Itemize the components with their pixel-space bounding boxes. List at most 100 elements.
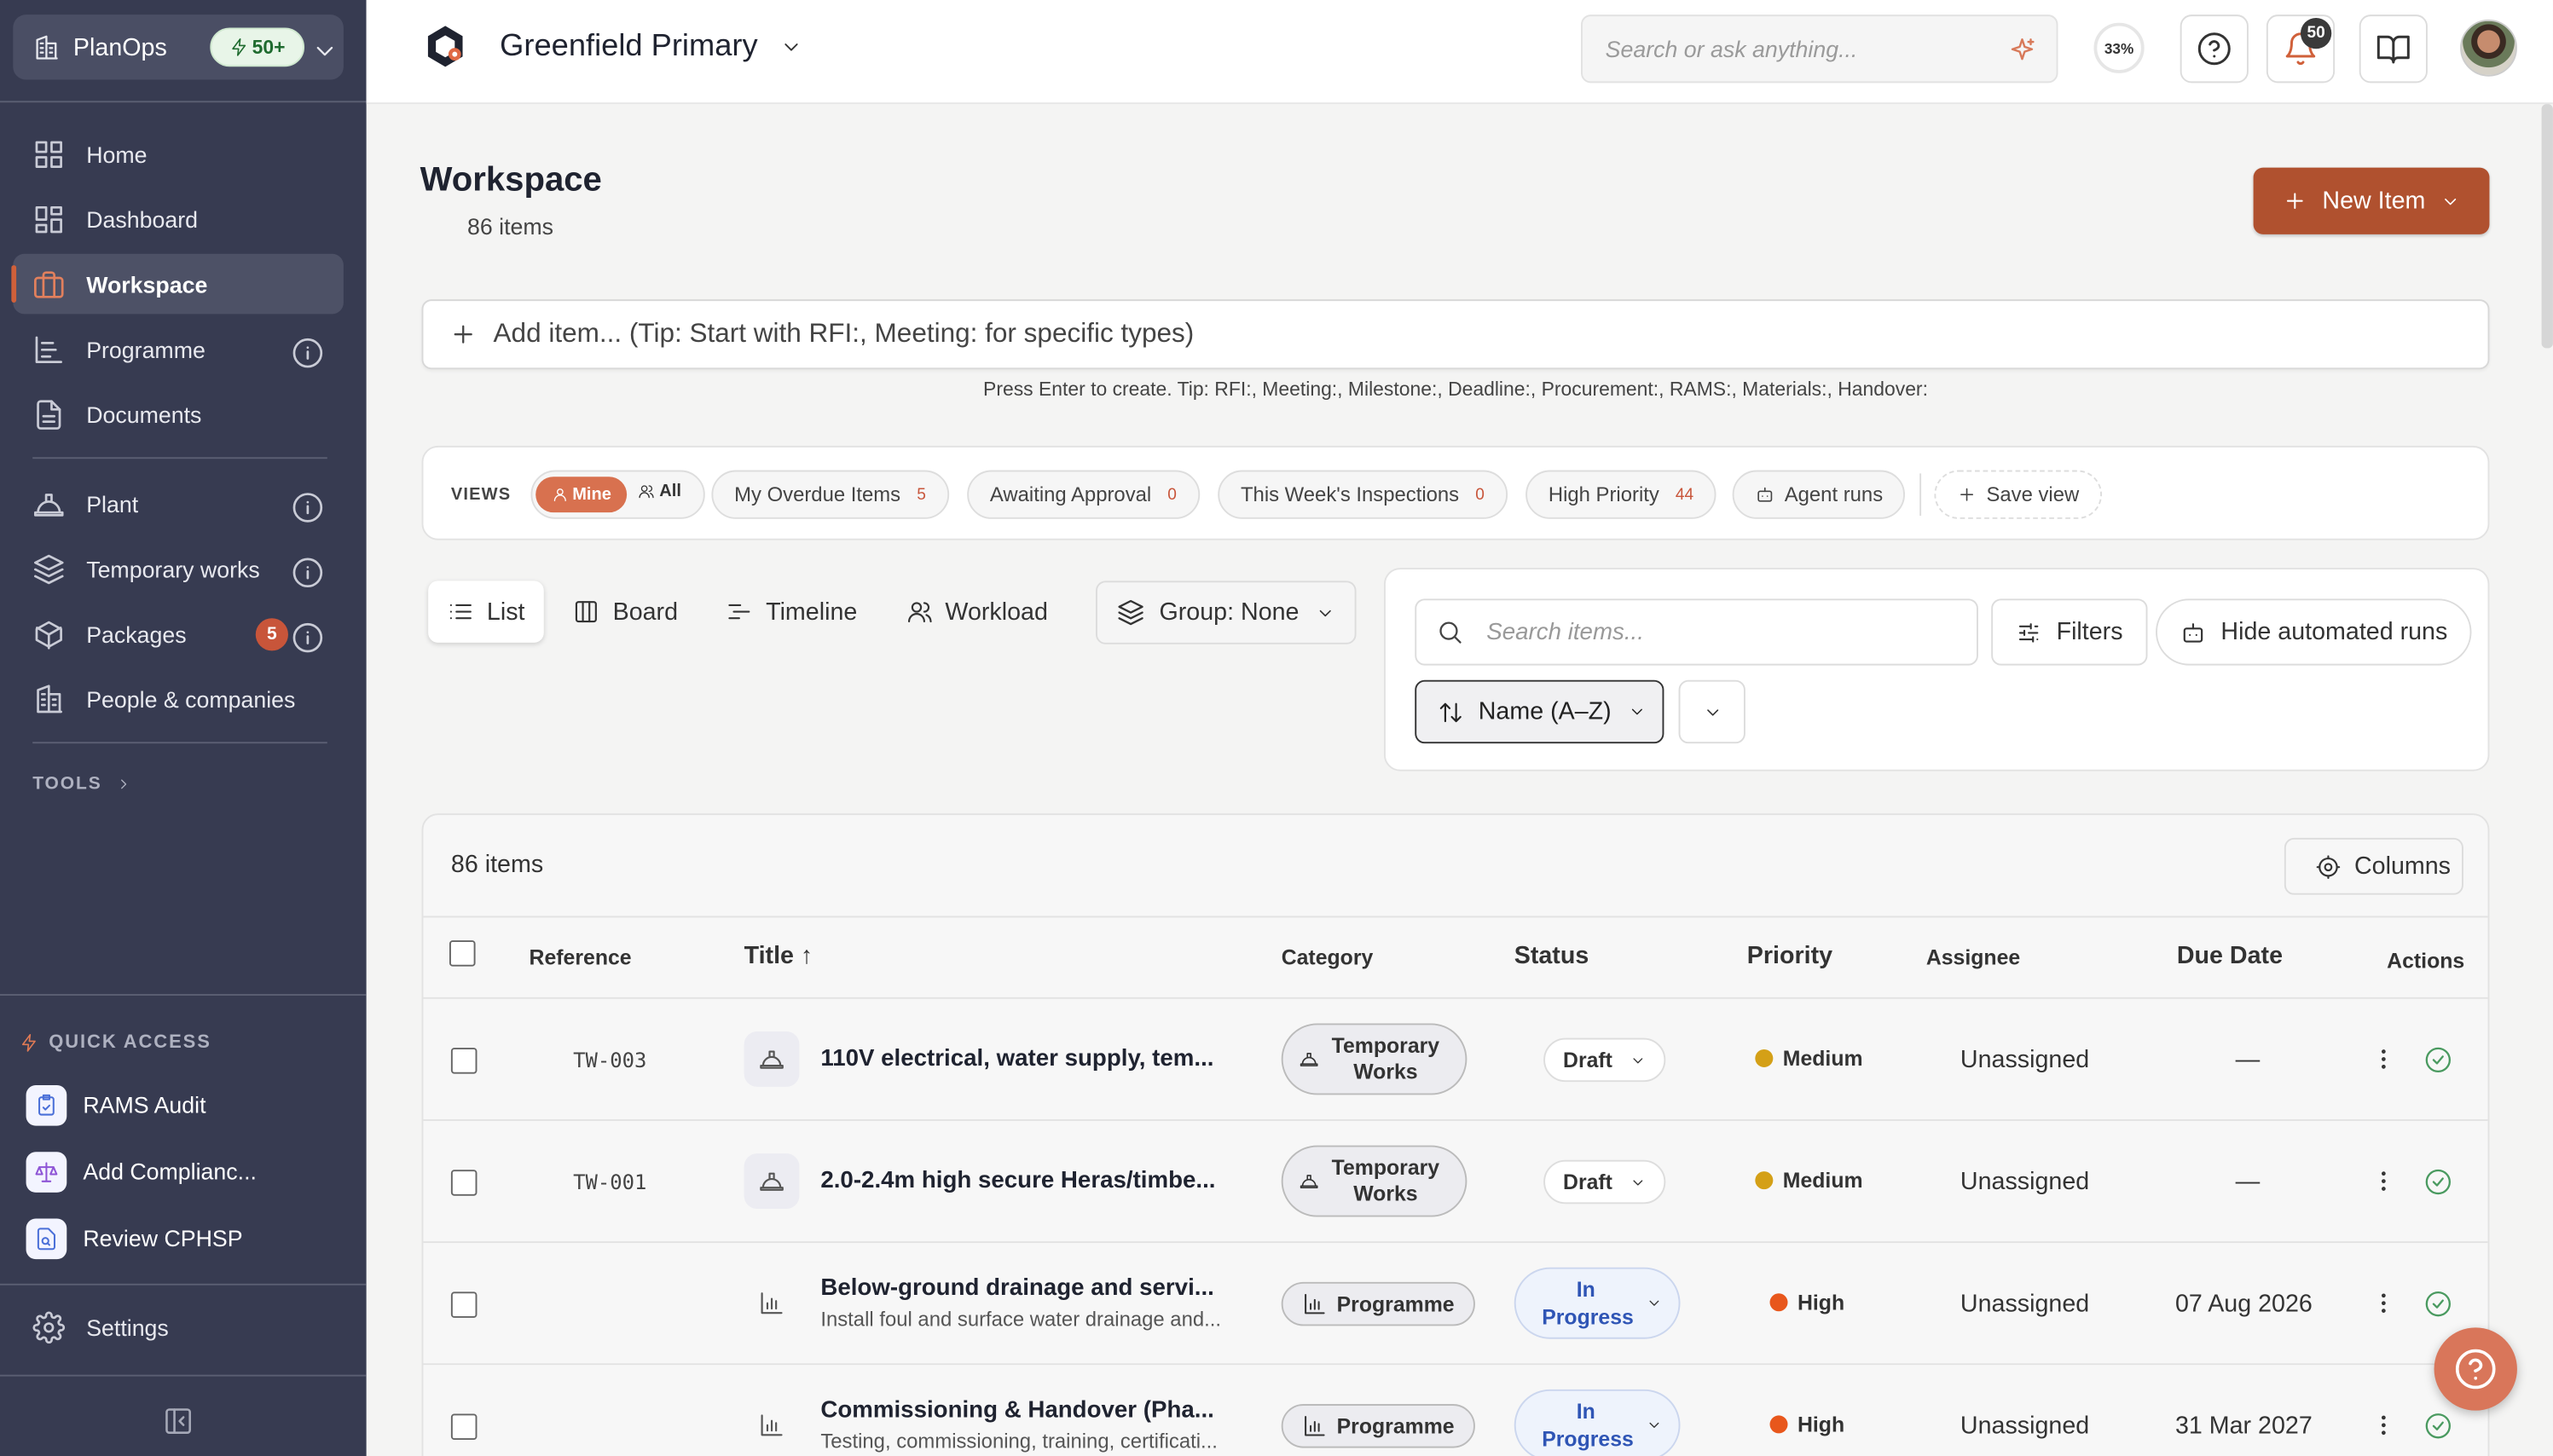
building-icon: [32, 33, 60, 61]
columns-button[interactable]: Columns: [2284, 837, 2463, 895]
view-chip-inspections[interactable]: This Week's Inspections 0: [1218, 470, 1508, 519]
page-scrollbar[interactable]: [2541, 104, 2553, 349]
item-search-input[interactable]: Search items...: [1415, 598, 1978, 666]
user-icon: [551, 487, 567, 503]
info-icon[interactable]: [292, 491, 324, 523]
row-checkbox[interactable]: [450, 1048, 478, 1074]
row-status-select[interactable]: Draft: [1543, 1159, 1666, 1205]
row-status-select[interactable]: In Progress: [1514, 1267, 1681, 1339]
table-row[interactable]: TW-003 110V electrical, water supply, te…: [423, 998, 2488, 1121]
layers-icon: [32, 552, 65, 585]
filters-button[interactable]: Filters: [1991, 598, 2148, 666]
sort-arrows-icon: [1438, 699, 1464, 725]
row-status-select[interactable]: In Progress: [1514, 1389, 1681, 1456]
chevron-down-icon: [1628, 702, 1646, 720]
table-row[interactable]: TW-001 2.0-2.4m high secure Heras/timbe.…: [423, 1120, 2488, 1244]
sidebar-item-workspace[interactable]: Workspace: [11, 253, 344, 315]
row-assignee[interactable]: Unassigned: [1960, 1046, 2089, 1073]
table-row[interactable]: Below-ground drainage and servi... Insta…: [423, 1243, 2488, 1366]
all-toggle[interactable]: All: [638, 482, 681, 501]
view-chip-high-priority[interactable]: High Priority 44: [1525, 470, 1716, 519]
info-icon[interactable]: [292, 557, 324, 589]
collapse-sidebar-icon[interactable]: [163, 1406, 194, 1436]
row-checkbox[interactable]: [450, 1413, 478, 1441]
check-circle-icon[interactable]: [2424, 1413, 2452, 1440]
quick-access-rams-audit[interactable]: RAMS Audit: [26, 1083, 206, 1126]
row-title[interactable]: 2.0-2.4m high secure Heras/timbe...: [820, 1168, 1227, 1194]
sidebar-item-packages[interactable]: Packages 5: [13, 604, 344, 664]
more-vertical-icon[interactable]: [2371, 1413, 2397, 1439]
view-chip-awaiting-approval[interactable]: Awaiting Approval 0: [967, 470, 1200, 519]
mine-toggle[interactable]: Mine: [535, 477, 628, 513]
sidebar-item-home[interactable]: Home: [13, 124, 344, 184]
progress-indicator[interactable]: 33%: [2093, 22, 2145, 73]
col-status[interactable]: Status: [1514, 942, 1589, 969]
sort-select[interactable]: Name (A–Z): [1415, 679, 1664, 744]
global-search-input[interactable]: Search or ask anything...: [1581, 14, 2058, 84]
select-all-checkbox[interactable]: [449, 940, 476, 967]
columns-icon: [574, 598, 600, 625]
sidebar-item-temporary-works[interactable]: Temporary works: [13, 539, 344, 599]
check-circle-icon[interactable]: [2424, 1168, 2452, 1195]
row-title[interactable]: 110V electrical, water supply, tem...: [820, 1046, 1227, 1072]
view-chip-agent-runs[interactable]: Agent runs: [1732, 470, 1906, 519]
docs-button[interactable]: [2359, 14, 2428, 84]
help-chat-button[interactable]: [2434, 1327, 2517, 1411]
page-title: Workspace: [420, 160, 602, 199]
tab-timeline[interactable]: Timeline: [707, 581, 877, 643]
row-status-select[interactable]: Draft: [1543, 1037, 1666, 1083]
sidebar-item-dashboard[interactable]: Dashboard: [13, 188, 344, 249]
check-circle-icon[interactable]: [2424, 1046, 2452, 1073]
col-due-date[interactable]: Due Date: [2177, 942, 2283, 969]
project-name[interactable]: Greenfield Primary: [500, 29, 757, 65]
more-vertical-icon[interactable]: [2371, 1290, 2397, 1316]
more-vertical-icon[interactable]: [2371, 1168, 2397, 1194]
org-switcher[interactable]: PlanOps 50+: [13, 14, 344, 80]
tab-workload[interactable]: Workload: [887, 581, 1068, 643]
sidebar-item-people[interactable]: People & companies: [13, 668, 344, 729]
col-reference[interactable]: Reference: [530, 945, 632, 970]
row-assignee[interactable]: Unassigned: [1960, 1290, 2089, 1317]
sidebar-item-documents[interactable]: Documents: [13, 384, 344, 444]
quick-access-review-cphsp[interactable]: Review CPHSP: [26, 1217, 243, 1260]
more-vertical-icon[interactable]: [2371, 1046, 2397, 1072]
quick-add-input[interactable]: Add item... (Tip: Start with RFI:, Meeti…: [421, 299, 2490, 370]
users-icon: [906, 598, 933, 625]
tools-section-toggle[interactable]: TOOLS: [32, 774, 131, 794]
bot-icon: [1755, 485, 1774, 505]
app-logo-icon[interactable]: [422, 23, 469, 70]
sparkle-icon[interactable]: [2007, 36, 2036, 65]
row-title[interactable]: Commissioning & Handover (Pha...: [820, 1397, 1227, 1424]
col-title[interactable]: Title ↑: [744, 942, 813, 969]
help-button[interactable]: [2180, 14, 2249, 84]
info-icon[interactable]: [292, 621, 324, 654]
quick-access-add-compliance[interactable]: Add Complianc...: [26, 1150, 257, 1193]
tab-list[interactable]: List: [428, 581, 545, 643]
row-checkbox[interactable]: [450, 1170, 478, 1196]
row-type-icon: [744, 1397, 800, 1453]
row-assignee[interactable]: Unassigned: [1960, 1168, 2089, 1195]
table-row[interactable]: Commissioning & Handover (Pha... Testing…: [423, 1365, 2488, 1456]
hide-automated-runs-toggle[interactable]: Hide automated runs: [2156, 598, 2472, 666]
row-checkbox[interactable]: [450, 1291, 478, 1318]
col-assignee[interactable]: Assignee: [1926, 945, 2020, 970]
view-chip-overdue[interactable]: My Overdue Items 5: [711, 470, 949, 519]
chevron-down-icon[interactable]: [780, 36, 803, 59]
col-priority[interactable]: Priority: [1747, 942, 1832, 969]
info-icon[interactable]: [292, 337, 324, 369]
sidebar-item-programme[interactable]: Programme: [13, 319, 344, 379]
avatar[interactable]: [2460, 19, 2517, 77]
group-by-select[interactable]: Group: None: [1096, 581, 1357, 644]
quick-add-hint: Press Enter to create. Tip: RFI:, Meetin…: [983, 377, 1928, 401]
sidebar-item-plant[interactable]: Plant: [13, 473, 344, 534]
sidebar-item-settings[interactable]: Settings: [32, 1311, 169, 1344]
save-view-button[interactable]: Save view: [1934, 470, 2103, 519]
row-assignee[interactable]: Unassigned: [1960, 1413, 2089, 1440]
tab-board[interactable]: Board: [554, 581, 698, 643]
row-title[interactable]: Below-ground drainage and servi...: [820, 1275, 1227, 1302]
hardhat-icon: [1300, 1049, 1319, 1069]
col-category[interactable]: Category: [1282, 945, 1374, 970]
new-item-button[interactable]: New Item: [2253, 167, 2490, 234]
sort-direction-button[interactable]: [1678, 679, 1745, 744]
check-circle-icon[interactable]: [2424, 1290, 2452, 1317]
